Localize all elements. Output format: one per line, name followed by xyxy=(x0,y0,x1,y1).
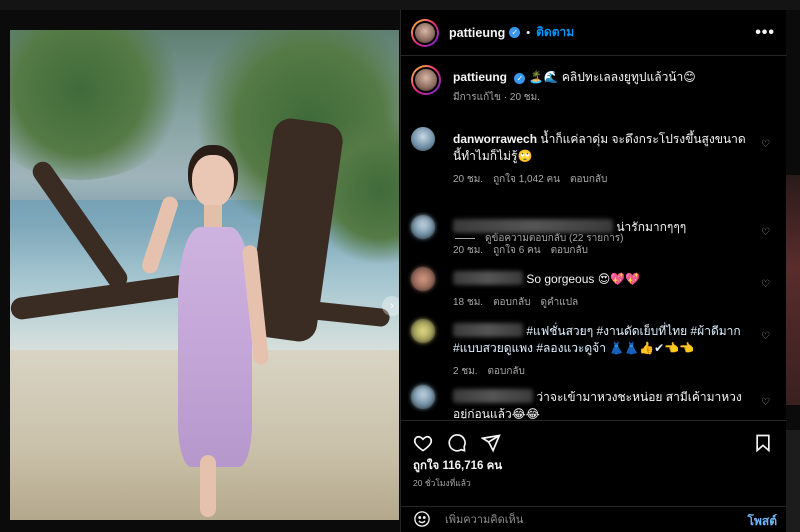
heart-icon[interactable]: ♡ xyxy=(761,397,771,408)
list-item: #แฟชั่นสวยๆ #งานดัดเย็บที่ไทย #ผ้าดีมาก … xyxy=(411,319,777,385)
caption: pattieung ✓ 🏝️🌊 คลิปทะเลลงยูทูปแล้วน้า😊 … xyxy=(411,65,777,115)
separator-dot: • xyxy=(526,26,531,39)
avatar[interactable] xyxy=(411,127,435,151)
photo-person-neck xyxy=(204,205,222,227)
post-header: pattieung ✓ • ติดตาม ••• xyxy=(401,10,787,56)
comment-input[interactable] xyxy=(445,512,705,528)
post-timestamp[interactable]: 20 ชั่วโมงที่แล้ว xyxy=(413,476,471,490)
redacted-username xyxy=(453,219,613,233)
comment-time: 20 ชม. xyxy=(453,245,484,256)
comment-time: 2 ชม. xyxy=(453,366,478,377)
likes-count[interactable]: ถูกใจ 116,716 คน xyxy=(413,457,502,475)
avatar[interactable] xyxy=(411,18,439,47)
smiley-icon[interactable] xyxy=(413,510,431,528)
backdrop xyxy=(0,0,800,10)
heart-icon[interactable]: ♡ xyxy=(761,331,771,342)
caption-text: 🏝️🌊 คลิปทะเลลงยูทูปแล้วน้า😊 xyxy=(528,70,696,84)
post-side-panel: pattieung ✓ • ติดตาม ••• pattieung ✓ 🏝️🌊… xyxy=(400,10,787,532)
reply-button[interactable]: ตอบกลับ xyxy=(493,294,530,311)
comment-likes[interactable]: ถูกใจ 6 คน xyxy=(493,242,541,259)
redacted-username xyxy=(453,389,533,403)
comment-composer: โพสต์ xyxy=(401,506,787,532)
comment-username[interactable]: danworrawech xyxy=(453,132,537,146)
reply-button[interactable]: ตอบกลับ xyxy=(488,363,525,380)
list-item: น่ารักมากๆๆๆ 20 ชม. ถูกใจ 6 คน ตอบกลับ ♡ xyxy=(411,215,777,265)
post-photo[interactable]: › xyxy=(10,30,399,520)
instagram-post-modal: › pattieung ✓ • ติดตาม ••• pattieung ✓ 🏝… xyxy=(0,0,800,532)
post-button[interactable]: โพสต์ xyxy=(748,512,777,531)
comment-time: 18 ชม. xyxy=(453,297,484,308)
comment-text: So gorgeous 😍💖💖 xyxy=(526,272,641,286)
heart-icon[interactable] xyxy=(413,433,433,453)
caption-username[interactable]: pattieung xyxy=(453,70,507,84)
comment-likes[interactable]: ถูกใจ 1,042 คน xyxy=(493,171,560,188)
avatar[interactable] xyxy=(411,215,435,239)
translate-button[interactable]: ดูคำแปล xyxy=(540,294,578,311)
avatar[interactable] xyxy=(411,319,435,343)
chevron-right-icon[interactable]: › xyxy=(382,296,399,316)
reply-button[interactable]: ตอบกลับ xyxy=(570,171,607,188)
caption-edited-time: มีการแก้ไข · 20 ชม. xyxy=(453,92,540,103)
avatar[interactable] xyxy=(411,65,441,95)
verified-badge-icon: ✓ xyxy=(509,27,521,38)
paper-plane-icon[interactable] xyxy=(481,433,501,453)
redacted-username xyxy=(453,271,523,285)
background-post-preview[interactable] xyxy=(786,175,800,405)
comment-time: 20 ชม. xyxy=(453,174,484,185)
avatar[interactable] xyxy=(411,385,435,409)
author-username[interactable]: pattieung xyxy=(449,26,505,40)
bookmark-icon[interactable] xyxy=(753,433,773,453)
comments-list[interactable]: pattieung ✓ 🏝️🌊 คลิปทะเลลงยูทูปแล้วน้า😊 … xyxy=(401,57,787,419)
verified-badge-icon: ✓ xyxy=(514,73,526,84)
follow-button[interactable]: ติดตาม xyxy=(536,23,574,42)
reply-button[interactable]: ตอบกลับ xyxy=(551,242,588,259)
heart-icon[interactable]: ♡ xyxy=(761,139,771,150)
comment-icon[interactable] xyxy=(447,433,467,453)
heart-icon[interactable]: ♡ xyxy=(761,227,771,238)
comment-text: น่ารักมากๆๆๆ xyxy=(616,220,687,234)
list-item: ว่าจะเข้ามาหวงชะหน่อย สามีเค้ามาหวงอยู่ก… xyxy=(411,385,777,419)
list-item: So gorgeous 😍💖💖 18 ชม. ตอบกลับ ดูคำแปล ♡ xyxy=(411,267,777,317)
photo-person xyxy=(140,155,270,520)
avatar[interactable] xyxy=(411,267,435,291)
photo-person-leg xyxy=(200,455,216,517)
photo-person-head xyxy=(192,155,234,207)
heart-icon[interactable]: ♡ xyxy=(761,279,771,290)
more-options-icon[interactable]: ••• xyxy=(755,24,775,42)
photo-person-dress xyxy=(178,227,252,467)
redacted-username xyxy=(453,323,523,337)
background-post-preview-lower[interactable] xyxy=(786,430,800,532)
